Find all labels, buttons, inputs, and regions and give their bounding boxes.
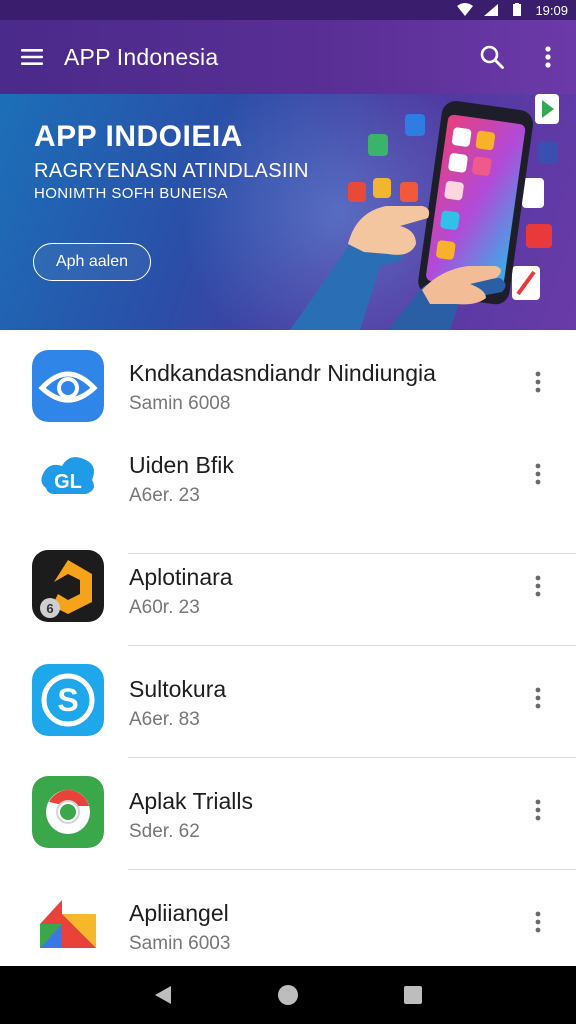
banner-title: APP INDOIEIA xyxy=(34,120,243,153)
app-meta: A60r. 23 xyxy=(129,597,200,618)
app-name: Kndkandasndiandr Nindiungia xyxy=(129,360,436,386)
back-icon xyxy=(154,986,171,1004)
menu-icon xyxy=(21,49,43,65)
orange-hex-app-icon: 6 xyxy=(32,550,104,622)
app-list: Kndkandasndiandr Nindiungia Samin 6008 G… xyxy=(0,330,576,966)
banner-phone-illustration xyxy=(290,94,559,330)
more-vert-icon xyxy=(545,46,551,68)
list-item[interactable]: GL Uiden Bfik A6er. 23 xyxy=(0,422,576,554)
banner-tagline: HONIMTH SOFH BUNEISA xyxy=(34,185,228,202)
promo-banner[interactable]: APP INDOIEIA RAGRYENASN ATINDLASIIN HONI… xyxy=(0,94,576,330)
svg-text:GL: GL xyxy=(54,471,82,493)
app-name: Aplak Trialls xyxy=(129,788,253,814)
app-bar: APP Indonesia xyxy=(0,20,576,94)
item-overflow-button[interactable] xyxy=(518,676,558,720)
app-meta: A6er. 83 xyxy=(129,709,200,730)
signal-icon xyxy=(483,3,499,17)
search-icon xyxy=(480,45,504,69)
app-name: Aplotinara xyxy=(129,564,233,590)
item-overflow-button[interactable] xyxy=(518,900,558,944)
home-icon xyxy=(277,985,298,1005)
item-overflow-button[interactable] xyxy=(518,788,558,832)
blue-cloud-app-icon: GL xyxy=(32,442,104,514)
banner-cta-button[interactable]: Aph aalen xyxy=(33,243,151,281)
banner-subtitle: RAGRYENASN ATINDLASIIN xyxy=(34,160,309,182)
app-name: Apliiangel xyxy=(129,900,229,926)
blue-s-app-icon: S xyxy=(32,664,104,736)
app-meta: Sder. 62 xyxy=(129,821,200,842)
recents-button[interactable] xyxy=(389,971,437,1019)
app-title: APP Indonesia xyxy=(64,43,219,70)
colorful-arrow-app-icon xyxy=(32,888,104,960)
battery-icon xyxy=(509,3,525,17)
overflow-menu-button[interactable] xyxy=(520,20,576,94)
blue-eye-app-icon xyxy=(32,350,104,422)
status-time: 19:09 xyxy=(535,2,568,18)
list-item[interactable]: S Sultokura A6er. 83 xyxy=(0,646,576,758)
list-item[interactable]: 6 Aplotinara A60r. 23 xyxy=(0,534,576,646)
more-vert-icon xyxy=(535,371,541,393)
item-overflow-button[interactable] xyxy=(518,564,558,608)
svg-text:6: 6 xyxy=(46,601,53,616)
system-nav-bar xyxy=(0,966,576,1024)
home-button[interactable] xyxy=(264,971,312,1019)
item-overflow-button[interactable] xyxy=(518,452,558,496)
more-vert-icon xyxy=(535,575,541,597)
list-item[interactable]: Aplak Trialls Sder. 62 xyxy=(0,758,576,870)
wifi-icon xyxy=(457,3,474,17)
app-name: Sultokura xyxy=(129,676,227,702)
svg-text:S: S xyxy=(57,682,78,718)
app-meta: Samin 6003 xyxy=(129,933,231,954)
more-vert-icon xyxy=(535,911,541,933)
status-bar: 19:09 xyxy=(0,0,576,20)
search-button[interactable] xyxy=(464,20,520,94)
more-vert-icon xyxy=(535,463,541,485)
back-button[interactable] xyxy=(139,971,187,1019)
chrome-app-icon xyxy=(32,776,104,848)
recents-icon xyxy=(404,986,423,1004)
more-vert-icon xyxy=(535,687,541,709)
app-meta: A6er. 23 xyxy=(129,485,200,506)
menu-button[interactable] xyxy=(0,20,64,94)
app-name: Uiden Bfik xyxy=(129,452,234,478)
more-vert-icon xyxy=(535,799,541,821)
item-overflow-button[interactable] xyxy=(518,360,558,404)
app-meta: Samin 6008 xyxy=(129,393,231,414)
